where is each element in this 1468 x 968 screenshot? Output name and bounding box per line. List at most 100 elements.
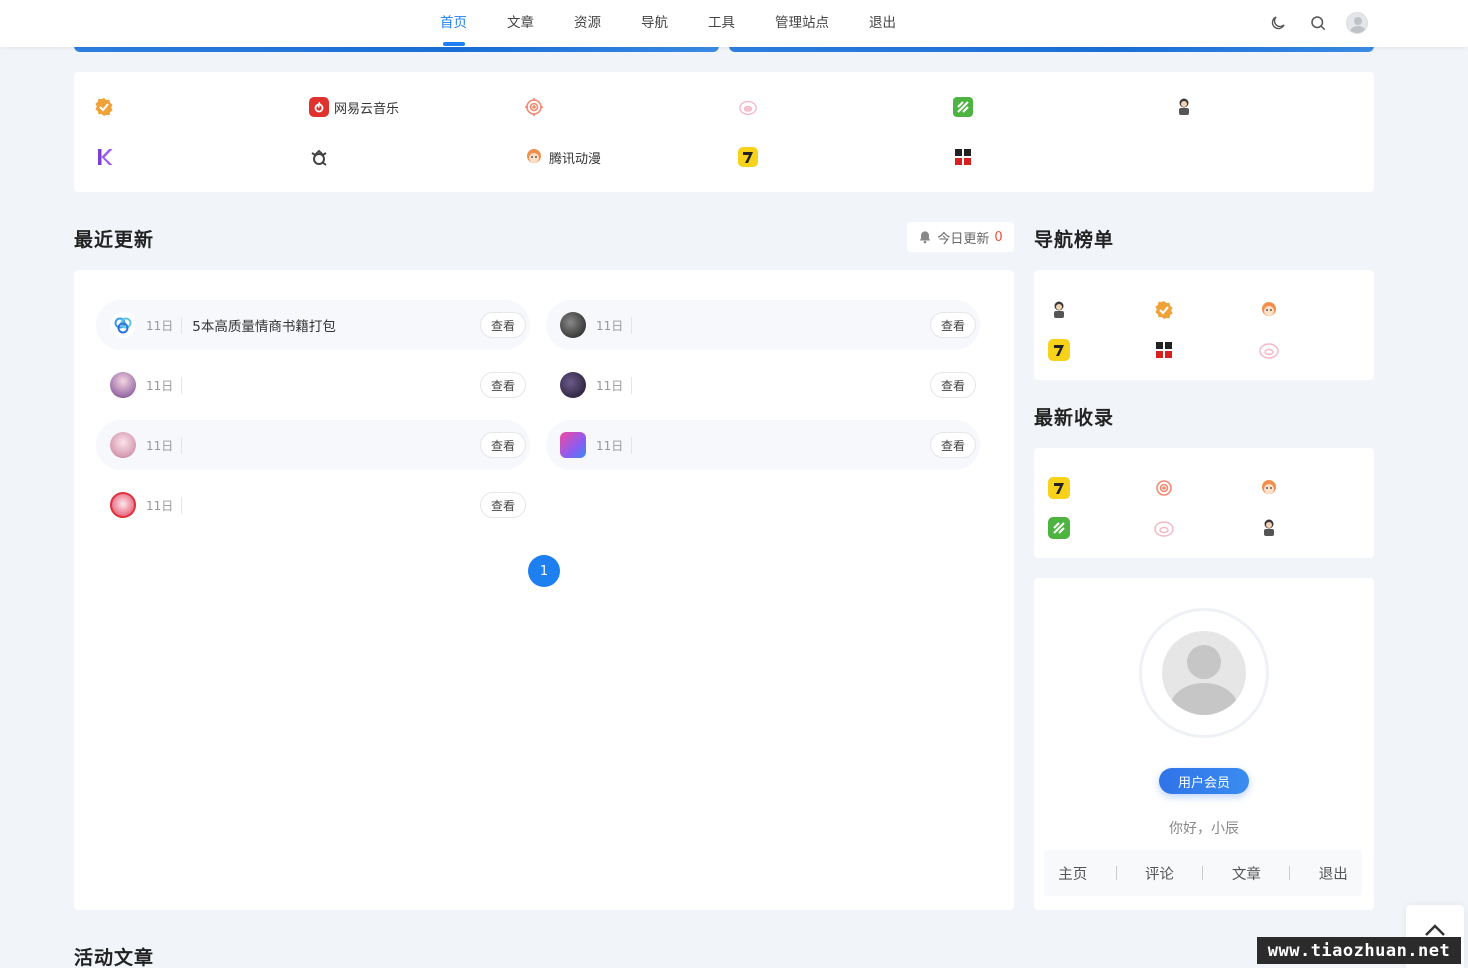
site-label: 腾讯动漫 — [549, 151, 602, 167]
top-actions — [1266, 11, 1368, 35]
divider — [1289, 866, 1291, 880]
baidu-pan-icon — [110, 312, 136, 338]
site-link[interactable] — [309, 145, 334, 169]
member-button[interactable]: 用户会员 — [1159, 768, 1249, 794]
xiaodao-logo-icon — [953, 147, 973, 167]
anime-avatar — [110, 492, 136, 518]
dark-avatar — [560, 312, 586, 338]
pig-icon[interactable] — [1258, 339, 1280, 361]
site-link[interactable] — [953, 145, 978, 169]
app-avatar — [560, 432, 586, 458]
view-button[interactable]: 查看 — [930, 312, 976, 338]
update-row[interactable]: 11日 查看 — [96, 360, 530, 410]
newest-title: 最新收录 — [1034, 407, 1115, 429]
nav-rank-title: 导航榜单 — [1034, 229, 1115, 251]
nav-manage-site[interactable]: 管理站点 — [755, 0, 849, 47]
today-update-label: 今日更新 — [937, 231, 990, 247]
nav-articles[interactable]: 文章 — [487, 0, 554, 47]
user-avatar-large[interactable] — [1139, 608, 1269, 738]
recent-updates-panel: 11日 5本高质量情商书籍打包 查看 11日 查看 11日 查看 11日 查看 … — [74, 270, 1014, 910]
leaf-icon[interactable] — [1048, 517, 1070, 539]
target-icon[interactable] — [1153, 477, 1175, 499]
seven-logo-icon — [738, 147, 758, 167]
site-link[interactable] — [738, 145, 763, 169]
update-row[interactable]: 11日 查看 — [546, 360, 980, 410]
tencent-comic-icon[interactable] — [1258, 299, 1280, 321]
update-row[interactable]: 11日 查看 — [96, 480, 530, 530]
user-avatar[interactable] — [1346, 12, 1368, 34]
site-links-panel: 网易云音乐 腾讯动漫 — [74, 72, 1374, 192]
verified-badge-icon — [94, 97, 114, 117]
today-update-badge[interactable]: 今日更新 0 — [907, 222, 1014, 252]
seven-logo-icon[interactable] — [1048, 339, 1070, 361]
view-button[interactable]: 查看 — [480, 312, 526, 338]
view-button[interactable]: 查看 — [930, 372, 976, 398]
site-link[interactable]: 腾讯动漫 — [524, 145, 601, 169]
nav-rank-panel — [1034, 270, 1374, 380]
seven-logo-icon[interactable] — [1048, 477, 1070, 499]
today-update-count: 0 — [994, 229, 1003, 245]
site-link[interactable] — [1174, 95, 1199, 119]
active-articles-title: 活动文章 — [74, 947, 155, 968]
site-link[interactable]: 网易云音乐 — [309, 95, 399, 119]
nav-logout[interactable]: 退出 — [849, 0, 916, 47]
anime-avatar — [110, 432, 136, 458]
dark-avatar — [560, 372, 586, 398]
nav-home[interactable]: 首页 — [420, 0, 487, 47]
user-greeting: 你好，小辰 — [1169, 821, 1239, 837]
update-date: 11日 — [596, 376, 633, 394]
user-link-articles[interactable]: 文章 — [1232, 863, 1261, 884]
anime-avatar — [110, 372, 136, 398]
view-button[interactable]: 查看 — [930, 432, 976, 458]
cartoon-character-icon[interactable] — [1048, 299, 1070, 321]
xiaodao-logo-icon[interactable] — [1153, 339, 1175, 361]
user-link-comments[interactable]: 评论 — [1145, 863, 1174, 884]
top-navbar: 首页 文章 资源 导航 工具 管理站点 退出 — [0, 0, 1468, 47]
site-link[interactable] — [94, 145, 119, 169]
target-icon — [524, 97, 544, 117]
recent-updates-title: 最近更新 — [74, 229, 155, 251]
user-card: 用户会员 你好，小辰 主页 评论 文章 退出 — [1034, 578, 1374, 910]
tencent-comic-icon — [524, 147, 544, 167]
tencent-comic-icon[interactable] — [1258, 477, 1280, 499]
update-date: 11日 — [596, 436, 633, 454]
site-link[interactable] — [94, 95, 119, 119]
chevron-up-icon — [1425, 924, 1445, 936]
update-date: 11日 — [146, 436, 183, 454]
site-link[interactable] — [524, 95, 549, 119]
nav-tools[interactable]: 工具 — [688, 0, 755, 47]
divider — [1202, 866, 1204, 880]
site-label: 网易云音乐 — [334, 101, 400, 117]
update-row[interactable]: 11日 查看 — [546, 420, 980, 470]
netease-music-icon — [309, 97, 329, 117]
leaf-icon — [953, 97, 973, 117]
bell-icon — [920, 231, 931, 244]
update-date: 11日 — [146, 376, 183, 394]
update-row[interactable]: 11日 查看 — [96, 420, 530, 470]
cartoon-character-icon — [1174, 97, 1194, 117]
pagination-page-1[interactable]: 1 — [528, 555, 560, 587]
view-button[interactable]: 查看 — [480, 432, 526, 458]
divider — [1115, 866, 1117, 880]
pig-icon[interactable] — [1153, 517, 1175, 539]
cartoon-character-icon[interactable] — [1258, 517, 1280, 539]
user-link-logout[interactable]: 退出 — [1319, 863, 1348, 884]
nav-resources[interactable]: 资源 — [554, 0, 621, 47]
verified-badge-icon[interactable] — [1153, 299, 1175, 321]
site-link[interactable] — [953, 95, 978, 119]
view-button[interactable]: 查看 — [480, 492, 526, 518]
update-row[interactable]: 11日 5本高质量情商书籍打包 查看 — [96, 300, 530, 350]
watermark: www.tiaozhuan.net — [1257, 937, 1461, 964]
site-link[interactable] — [738, 95, 763, 119]
update-date: 11日 — [596, 316, 633, 334]
view-button[interactable]: 查看 — [480, 372, 526, 398]
newest-panel — [1034, 448, 1374, 558]
update-row[interactable]: 11日 查看 — [546, 300, 980, 350]
moon-icon[interactable] — [1266, 11, 1290, 35]
k-logo-icon — [94, 147, 114, 167]
update-date: 11日 — [146, 316, 183, 334]
nav-navigation[interactable]: 导航 — [621, 0, 688, 47]
search-icon[interactable] — [1306, 11, 1330, 35]
user-link-home[interactable]: 主页 — [1058, 863, 1087, 884]
pig-icon — [738, 97, 758, 117]
